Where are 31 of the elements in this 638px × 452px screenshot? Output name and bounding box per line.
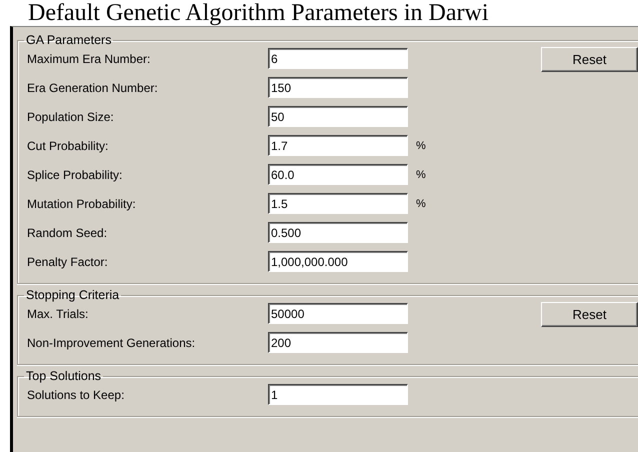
input-field[interactable]: 50: [268, 106, 408, 127]
field-label: Max. Trials:: [27, 306, 90, 320]
field-label: Random Seed:: [27, 226, 108, 240]
input-field[interactable]: 1,000,000.000: [268, 251, 408, 272]
unit-label: %: [416, 140, 426, 152]
group-title: Stopping Criteria: [25, 288, 120, 302]
input-field[interactable]: 200: [268, 332, 408, 353]
input-field[interactable]: 6: [268, 48, 408, 69]
input-field[interactable]: 1.7: [268, 135, 408, 156]
field-label: Penalty Factor:: [27, 254, 109, 268]
input-field[interactable]: 50000: [268, 303, 408, 324]
field-label: Solutions to Keep:: [27, 388, 126, 402]
field-label: Era Generation Number:: [27, 80, 159, 94]
field-label: Cut Probability:: [27, 138, 110, 152]
field-label: Maximum Era Number:: [27, 52, 152, 66]
input-field[interactable]: 1.5: [268, 193, 408, 214]
input-field[interactable]: 0.500: [268, 222, 408, 243]
input-field[interactable]: 60.0: [268, 164, 408, 185]
unit-label: %: [416, 168, 426, 180]
group-title: Top Solutions: [25, 369, 102, 383]
input-field[interactable]: 1: [268, 384, 408, 405]
input-field[interactable]: 150: [268, 77, 408, 98]
page-heading: Default Genetic Algorithm Parameters in Darwi: [28, 0, 489, 26]
field-label: Mutation Probability:: [27, 196, 137, 210]
reset-button[interactable]: Reset: [541, 47, 638, 72]
field-label: Non-Improvement Generations:: [27, 336, 196, 350]
field-label: Splice Probability:: [27, 168, 124, 182]
group-title: GA Parameters: [25, 33, 112, 47]
field-label: Population Size:: [27, 110, 115, 124]
unit-label: %: [416, 198, 426, 210]
reset-button[interactable]: Reset: [541, 302, 638, 327]
